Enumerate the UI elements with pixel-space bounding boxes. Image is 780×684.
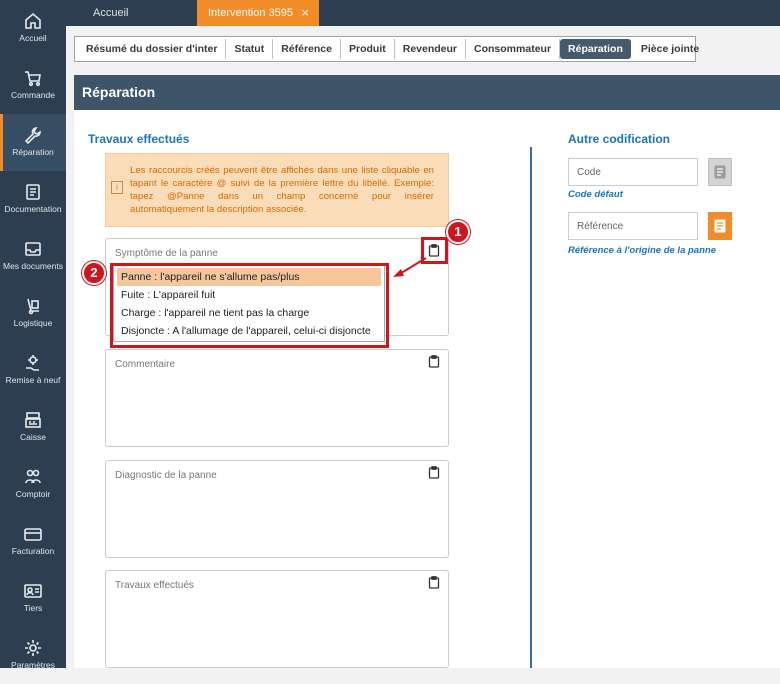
sidebar-item-comptoir[interactable]: Comptoir xyxy=(0,456,66,513)
subtab-resume[interactable]: Résumé du dossier d'inter xyxy=(78,39,227,59)
subtab-consommateur[interactable]: Consommateur xyxy=(466,39,561,59)
sidebar-item-label: Comptoir xyxy=(15,489,51,499)
tab-accueil[interactable]: Accueil xyxy=(66,0,196,26)
sidebar-item-label: Caisse xyxy=(20,432,46,442)
clipboard-icon[interactable] xyxy=(428,466,440,479)
travaux-field[interactable]: Travaux effectués xyxy=(105,570,449,668)
sidebar-item-documentation[interactable]: Documentation xyxy=(0,171,66,228)
autre-codification-heading: Autre codification xyxy=(568,132,671,146)
info-box: i Les raccourcis créés peuvent être affi… xyxy=(105,153,449,227)
list-icon xyxy=(714,219,726,233)
clipboard-icon[interactable] xyxy=(428,576,440,589)
sidebar-item-label: Accueil xyxy=(19,33,47,43)
sidebar-item-logistique[interactable]: Logistique xyxy=(0,285,66,342)
sidebar-item-reparation[interactable]: Réparation xyxy=(0,114,66,171)
subtab-statut[interactable]: Statut xyxy=(226,39,274,59)
inbox-icon xyxy=(25,242,41,256)
contact-card-icon xyxy=(24,584,42,598)
subtab-revendeur[interactable]: Revendeur xyxy=(395,39,467,59)
reference-input[interactable]: Référence xyxy=(568,212,698,240)
sidebar-item-label: Remise à neuf xyxy=(5,375,61,385)
field-label: Symptôme de la panne xyxy=(115,248,218,259)
subtab-reference[interactable]: Référence xyxy=(273,39,341,59)
repair-panel: Travaux effectués i Les raccourcis créés… xyxy=(74,110,780,668)
home-icon xyxy=(25,12,41,29)
field-label: Travaux effectués xyxy=(115,580,194,591)
subtab-bar: Résumé du dossier d'inter Statut Référen… xyxy=(74,36,699,62)
sidebar-item-label: Mes documents xyxy=(3,261,63,271)
annotation-badge-1: 1 xyxy=(446,220,470,244)
arrow-annotation xyxy=(393,257,427,277)
hand-truck-icon xyxy=(27,298,39,315)
wrench-icon xyxy=(24,127,41,145)
cart-icon xyxy=(25,71,41,87)
sidebar-item-parametres[interactable]: Paramètres xyxy=(0,627,66,684)
sidebar: Accueil Commande Réparation Documentatio… xyxy=(0,0,66,670)
subtab-reparation[interactable]: Réparation xyxy=(560,39,631,59)
code-defaut-link[interactable]: Code défaut xyxy=(568,189,623,200)
code-lookup-button[interactable] xyxy=(708,158,732,186)
subtab-piece-jointe[interactable]: Pièce jointe xyxy=(633,39,707,59)
sidebar-item-label: Commande xyxy=(11,90,55,100)
close-icon[interactable]: × xyxy=(301,0,309,26)
info-icon: i xyxy=(111,181,123,194)
sidebar-item-label: Paramètres xyxy=(11,660,55,670)
settings-icon xyxy=(25,640,41,656)
tab-intervention-label: Intervention 3595 xyxy=(208,7,294,19)
sidebar-item-mes-documents[interactable]: Mes documents xyxy=(0,228,66,285)
section-title: Réparation xyxy=(74,75,780,110)
travaux-heading: Travaux effectués xyxy=(88,132,190,146)
tab-intervention[interactable]: Intervention 3595 × xyxy=(197,0,319,26)
reference-origine-link[interactable]: Référence à l'origine de la panne xyxy=(568,245,716,256)
people-icon xyxy=(25,469,41,484)
field-label: Diagnostic de la panne xyxy=(115,470,217,481)
gear-hand-icon xyxy=(26,355,39,371)
list-icon xyxy=(714,165,726,179)
sidebar-item-label: Réparation xyxy=(12,147,54,157)
card-icon xyxy=(24,528,42,541)
sidebar-item-commande[interactable]: Commande xyxy=(0,57,66,114)
sidebar-item-label: Logistique xyxy=(13,318,53,328)
sidebar-item-label: Tiers xyxy=(23,603,43,613)
reference-lookup-button[interactable] xyxy=(708,212,732,240)
sidebar-item-facturation[interactable]: Facturation xyxy=(0,513,66,570)
sidebar-item-caisse[interactable]: Caisse xyxy=(0,399,66,456)
sidebar-item-label: Documentation xyxy=(4,204,62,214)
sidebar-item-label: Facturation xyxy=(11,546,55,556)
subtab-produit[interactable]: Produit xyxy=(341,39,395,59)
info-text: Les raccourcis créés peuvent être affich… xyxy=(130,165,434,215)
cash-register-icon xyxy=(25,412,41,428)
column-divider xyxy=(530,147,532,668)
clipboard-icon[interactable] xyxy=(428,355,440,368)
top-tab-bar: Accueil Intervention 3595 × xyxy=(66,0,780,26)
diagnostic-field[interactable]: Diagnostic de la panne xyxy=(105,460,449,558)
sidebar-item-remise-a-neuf[interactable]: Remise à neuf xyxy=(0,342,66,399)
sidebar-item-tiers[interactable]: Tiers xyxy=(0,570,66,627)
commentaire-field[interactable]: Commentaire xyxy=(105,349,449,447)
code-input[interactable]: Code xyxy=(568,158,698,186)
sidebar-item-accueil[interactable]: Accueil xyxy=(0,0,66,57)
field-label: Commentaire xyxy=(115,359,176,370)
annotation-badge-2: 2 xyxy=(82,261,106,285)
dropdown-highlight xyxy=(110,263,389,348)
document-icon xyxy=(26,184,40,200)
